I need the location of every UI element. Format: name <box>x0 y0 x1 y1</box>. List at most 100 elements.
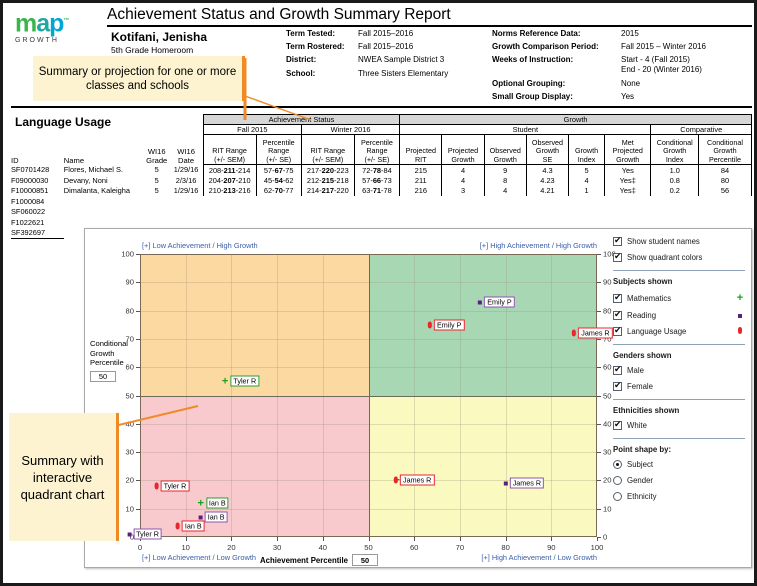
table-row[interactable]: SF060022 <box>11 207 752 218</box>
option-row[interactable]: Language Usage <box>613 327 745 336</box>
range-cell: 62-70-77 <box>256 186 301 197</box>
data-point[interactable]: James R <box>572 328 612 339</box>
checkbox[interactable] <box>613 237 622 246</box>
quadrant-label-top-right[interactable]: [+] High Achievement / High Growth <box>480 241 597 250</box>
radio-button[interactable] <box>613 476 622 485</box>
option-row[interactable]: Female <box>613 382 745 391</box>
range-cell: 214-217-220 <box>301 186 354 197</box>
range-cell: 72-78-84 <box>354 165 399 176</box>
data-point-label: Tyler R <box>230 376 259 387</box>
checkbox[interactable] <box>613 421 622 430</box>
table-row[interactable]: F09000030Devany, Noni52/3/16204-207-2104… <box>11 175 752 186</box>
checkbox[interactable] <box>613 253 622 262</box>
checkbox[interactable] <box>613 294 622 303</box>
option-row[interactable]: Mathematics+ <box>613 292 745 304</box>
checkbox[interactable] <box>613 311 622 320</box>
quadrant-label-top-left[interactable]: [+] Low Achievement / High Growth <box>142 241 258 250</box>
quadrant-label-bottom-right[interactable]: [+] High Achievement / Low Growth <box>481 553 597 562</box>
data-point-label: James R <box>510 478 544 489</box>
table-row[interactable]: F1022621 <box>11 217 752 228</box>
option-label: Mathematics <box>627 294 730 303</box>
checkbox[interactable] <box>613 327 622 336</box>
table-row[interactable]: F10000851Dimalanta, Kaleigha51/29/16210-… <box>11 186 752 197</box>
x-axis-tick-label: 100 <box>591 543 604 552</box>
subject-filters[interactable]: Mathematics+ Reading Language Usage <box>613 292 745 336</box>
cell-growth-index: 5 <box>569 165 605 176</box>
ethnicity-filters[interactable]: White <box>613 421 745 430</box>
option-label: Ethnicity <box>627 492 745 501</box>
display-toggles[interactable]: Show student names Show quadrant colors <box>613 237 745 262</box>
table-column-header-row: IDNameWI16GradeWI16DateRIT Range(+/- SEM… <box>11 135 752 165</box>
option-row[interactable]: Gender <box>613 476 745 485</box>
cell-id: F1022621 <box>11 217 64 228</box>
option-row[interactable]: Show quadrant colors <box>613 253 745 262</box>
x-axis-tick <box>369 537 370 541</box>
data-point[interactable]: Emily P <box>428 319 464 330</box>
checkbox[interactable] <box>613 382 622 391</box>
gender-filters[interactable]: Male Female <box>613 366 745 391</box>
data-point-label: Emily P <box>434 319 464 330</box>
chart-options-panel[interactable]: Show student names Show quadrant colors S… <box>613 237 745 508</box>
cell-date: 2/3/16 <box>169 175 203 186</box>
range-cell: 57-67-75 <box>256 165 301 176</box>
quadrant-chart-panel[interactable]: Conditional Growth Percentile 50 0010102… <box>84 228 752 568</box>
cell-observed-growth-se: 4.23 <box>526 175 568 186</box>
y-threshold-input[interactable]: 50 <box>90 371 116 382</box>
radio-button[interactable] <box>613 460 622 469</box>
cell-date: 1/29/16 <box>169 186 203 197</box>
cell-observed-growth: 4 <box>484 186 526 197</box>
student-class: 5th Grade Homeroom <box>111 45 193 55</box>
x-threshold-input[interactable]: 50 <box>352 554 378 566</box>
column-header: Name <box>64 135 144 165</box>
data-point[interactable]: +Tyler R <box>222 376 259 387</box>
data-point[interactable]: Emily P <box>478 297 514 308</box>
data-point[interactable]: James R <box>504 478 544 489</box>
column-header: ObservedGrowth <box>484 135 526 165</box>
data-point[interactable]: Tyler R <box>127 529 162 540</box>
option-row[interactable]: Reading <box>613 311 745 320</box>
y-axis-tick-label: 30 <box>603 448 611 457</box>
y-axis-tick <box>597 282 601 283</box>
x-axis-tick <box>460 537 461 541</box>
option-row[interactable]: White <box>613 421 745 430</box>
square-marker-icon <box>478 300 482 304</box>
range-cell: 212-215-218 <box>301 175 354 186</box>
student-name: Kotifani, Jenisha <box>111 30 207 44</box>
data-point-label: James R <box>400 475 434 486</box>
cell-cond-growth-index: 0.2 <box>651 186 699 197</box>
y-axis-tick-label: 100 <box>121 250 134 259</box>
quadrant-label-bottom-left[interactable]: [+] Low Achievement / Low Growth <box>142 553 256 562</box>
meta-row: Term Tested:Fall 2015–2016 <box>286 29 491 39</box>
y-axis-tick <box>597 396 601 397</box>
table-subheader-row: Fall 2015Winter 2016StudentComparative <box>11 125 752 135</box>
table-row[interactable]: F1000084 <box>11 196 752 207</box>
column-header: WI16Grade <box>144 135 169 165</box>
checkbox[interactable] <box>613 366 622 375</box>
column-header: PercentileRange(+/- SE) <box>256 135 301 165</box>
x-axis-tick-label: 20 <box>227 543 235 552</box>
data-point[interactable]: Ian B <box>176 520 205 531</box>
meta-key: Optional Grouping: <box>492 79 621 89</box>
table-row[interactable]: SF0701428Flores, Michael S.51/29/16208-2… <box>11 165 752 176</box>
option-row[interactable]: Show student names <box>613 237 745 246</box>
point-shape-radios[interactable]: Subject Gender Ethnicity <box>613 460 745 501</box>
option-row[interactable]: Subject <box>613 460 745 469</box>
y-axis-tick-label: 80 <box>126 306 134 315</box>
meta-key: Norms Reference Data: <box>492 29 621 39</box>
range-cell: 210-213-216 <box>203 186 256 197</box>
data-point[interactable]: James R <box>394 475 434 486</box>
diamond-marker-icon <box>428 321 432 328</box>
cell-cond-growth-pct: 84 <box>698 165 751 176</box>
radio-button[interactable] <box>613 492 622 501</box>
option-row[interactable]: Ethnicity <box>613 492 745 501</box>
x-axis-tick <box>231 537 232 541</box>
range-cell: 45-54-62 <box>256 175 301 186</box>
logo-sublabel: GROWTH <box>15 37 103 44</box>
option-row[interactable]: Male <box>613 366 745 375</box>
cell-projected-growth: 4 <box>442 165 484 176</box>
column-header: ConditionalGrowthPercentile <box>698 135 751 165</box>
data-point-label: Ian B <box>182 520 205 531</box>
option-label: Gender <box>627 476 745 485</box>
y-axis-tick <box>597 254 601 255</box>
group-header-growth: Growth <box>400 115 752 125</box>
